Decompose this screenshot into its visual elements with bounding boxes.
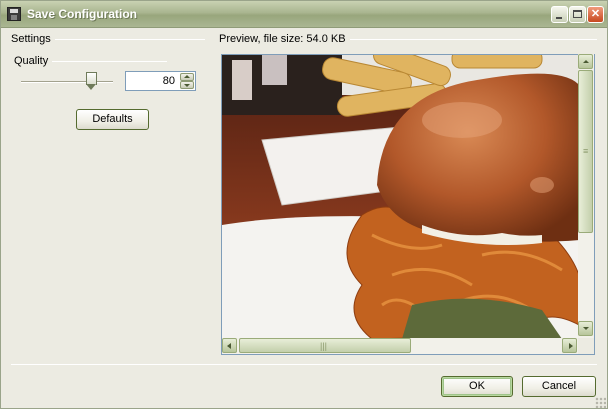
chevron-right-icon [569, 343, 573, 349]
quality-slider-thumb[interactable] [86, 72, 97, 91]
defaults-button[interactable]: Defaults [76, 109, 149, 130]
scroll-down-button[interactable] [578, 321, 593, 336]
scrollbar-corner [578, 338, 595, 355]
close-button[interactable]: ✕ [587, 6, 604, 23]
chevron-left-icon [227, 343, 231, 349]
floppy-disk-icon [7, 7, 21, 21]
title-bar[interactable]: Save Configuration ✕ [1, 1, 607, 28]
minimize-icon [556, 17, 562, 19]
window-title: Save Configuration [27, 7, 138, 21]
ok-button[interactable]: OK [441, 376, 513, 397]
save-configuration-dialog: Save Configuration ✕ Settings Quality 80… [0, 0, 608, 409]
horizontal-scroll-thumb[interactable]: ||| [239, 338, 411, 353]
scroll-left-button[interactable] [222, 338, 237, 353]
cancel-button[interactable]: Cancel [522, 376, 596, 397]
quality-slider-track[interactable] [21, 81, 113, 83]
chevron-up-icon [583, 60, 589, 63]
chevron-up-icon [184, 75, 190, 78]
grip-icon: ≡ [583, 146, 589, 156]
chevron-down-icon [583, 327, 589, 330]
close-icon: ✕ [590, 8, 601, 20]
preview-horizontal-scrollbar[interactable]: ||| [221, 338, 578, 355]
quality-spinbox[interactable]: 80 [125, 71, 196, 91]
quality-value[interactable]: 80 [163, 75, 175, 87]
scroll-right-button[interactable] [562, 338, 577, 353]
chevron-down-icon [184, 84, 190, 87]
scroll-up-button[interactable] [578, 54, 593, 69]
footer-separator [11, 364, 597, 365]
minimize-button[interactable] [551, 6, 568, 23]
burger-photo [222, 55, 578, 338]
preview-group-line [341, 39, 597, 40]
resize-grip-icon[interactable] [595, 397, 606, 408]
quality-label: Quality [14, 55, 53, 67]
spin-down-button[interactable] [180, 81, 194, 89]
preview-vertical-scrollbar[interactable]: ≡ [578, 54, 595, 338]
grip-icon: ||| [320, 341, 328, 351]
maximize-icon [573, 10, 582, 18]
maximize-button[interactable] [569, 6, 586, 23]
settings-group-line [53, 39, 205, 40]
settings-group-label: Settings [11, 33, 55, 45]
spin-up-button[interactable] [180, 73, 194, 81]
quality-group-line [51, 61, 167, 62]
preview-group-label: Preview, file size: 54.0 KB [219, 33, 350, 45]
vertical-scroll-thumb[interactable]: ≡ [578, 70, 593, 233]
preview-image [221, 54, 578, 338]
slider-thumb-tip [86, 84, 96, 90]
